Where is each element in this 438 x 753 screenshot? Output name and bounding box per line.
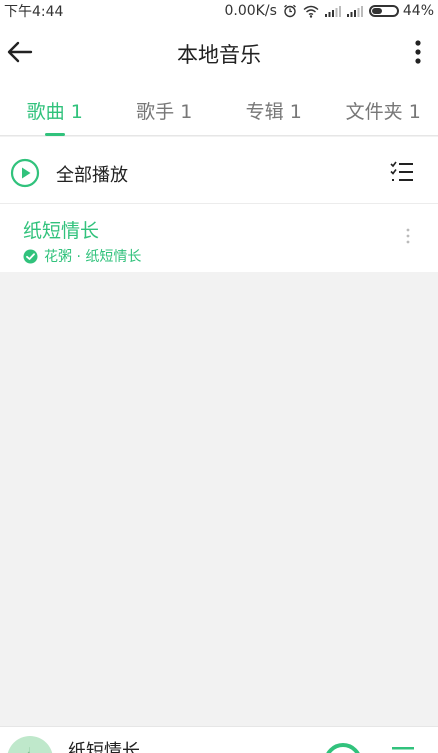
tab-artists[interactable]: 歌手 1 bbox=[110, 82, 220, 135]
battery-fill bbox=[371, 8, 383, 14]
network-speed: 0.00K/s bbox=[224, 3, 277, 19]
downloaded-check-icon bbox=[23, 249, 38, 263]
tab-albums[interactable]: 专辑 1 bbox=[219, 82, 329, 135]
play-circle-icon bbox=[10, 158, 40, 188]
song-artist-album: 花粥 · 纸短情长 bbox=[44, 249, 142, 265]
page-title: 本地音乐 bbox=[177, 43, 261, 67]
app-header: 本地音乐 bbox=[0, 22, 438, 82]
song-meta: 花粥 · 纸短情长 bbox=[23, 246, 141, 266]
alarm-icon bbox=[283, 4, 297, 18]
play-all-label: 全部播放 bbox=[56, 165, 128, 186]
more-vertical-icon bbox=[415, 40, 421, 64]
signal-icon-2 bbox=[346, 5, 363, 17]
play-all-row[interactable]: 全部播放 bbox=[0, 137, 438, 204]
active-tab-indicator bbox=[44, 133, 65, 136]
status-time: 下午4:44 bbox=[4, 4, 64, 20]
player-song-title: 纸短情长 bbox=[68, 741, 140, 753]
mini-player[interactable]: ♩ 纸短情长 bbox=[0, 726, 438, 753]
song-more-icon[interactable] bbox=[406, 228, 410, 244]
tab-albums-label: 专辑 1 bbox=[245, 101, 302, 123]
tab-songs-label: 歌曲 1 bbox=[26, 101, 83, 123]
playlist-icon[interactable] bbox=[392, 747, 416, 753]
battery-percent: 44% bbox=[402, 3, 434, 19]
signal-icon bbox=[324, 5, 341, 17]
battery-indicator: 44% bbox=[368, 3, 434, 19]
multi-select-icon[interactable] bbox=[390, 161, 414, 183]
song-list-item[interactable]: 纸短情长 花粥 · 纸短情长 bbox=[0, 204, 438, 272]
tab-folders[interactable]: 文件夹 1 bbox=[329, 82, 438, 135]
status-right: 0.00K/s 44% bbox=[225, 3, 435, 19]
status-bar: 下午4:44 0.00K/s 44% bbox=[0, 0, 438, 22]
song-title: 纸短情长 bbox=[23, 220, 100, 242]
album-art-mark: ♩ bbox=[27, 746, 31, 753]
tab-folders-label: 文件夹 1 bbox=[345, 101, 421, 123]
tab-songs[interactable]: 歌曲 1 bbox=[0, 82, 110, 136]
tab-artists-label: 歌手 1 bbox=[136, 101, 193, 123]
album-art[interactable]: ♩ bbox=[7, 736, 53, 753]
more-options-button[interactable] bbox=[406, 36, 430, 68]
tab-bar: 歌曲 1 歌手 1 专辑 1 文件夹 1 bbox=[0, 82, 438, 136]
wifi-icon bbox=[303, 5, 319, 18]
battery-icon bbox=[368, 5, 399, 17]
player-play-button[interactable] bbox=[324, 743, 362, 753]
